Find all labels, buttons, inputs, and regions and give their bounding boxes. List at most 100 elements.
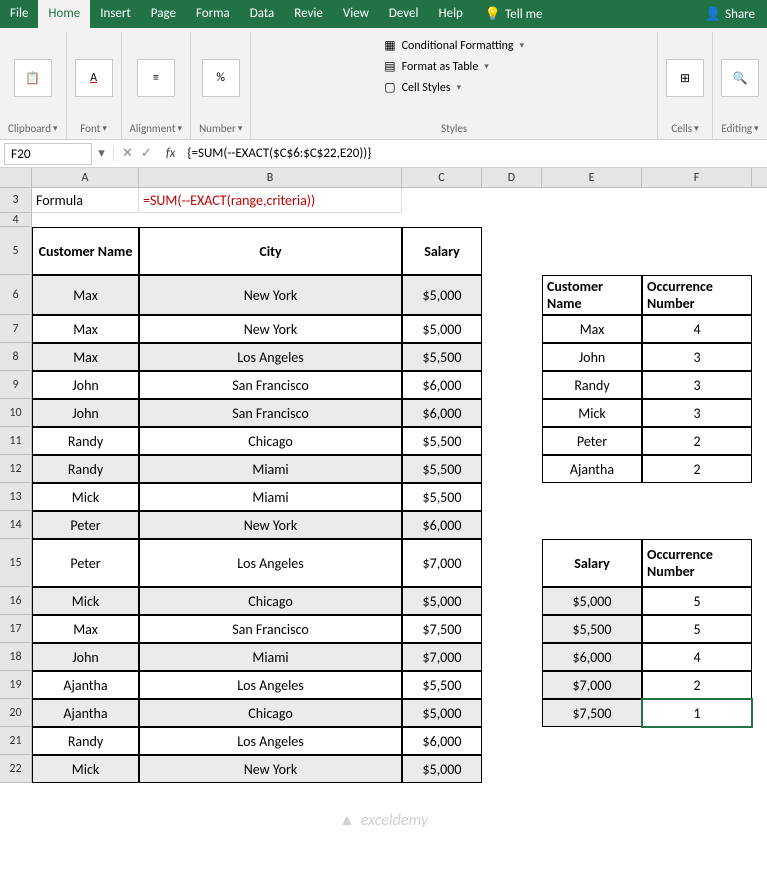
row-header-12[interactable]: 12 bbox=[0, 455, 32, 483]
row-header-6[interactable]: 6 bbox=[0, 275, 32, 315]
row-header-20[interactable]: 20 bbox=[0, 699, 32, 727]
cell-a17[interactable]: Max bbox=[32, 615, 139, 643]
cell-b18[interactable]: Miami bbox=[139, 643, 402, 671]
tab-insert[interactable]: Insert bbox=[90, 0, 141, 28]
header-occ2-num[interactable]: Occurrence Number bbox=[642, 539, 752, 587]
cell-c21[interactable]: $6,000 bbox=[402, 727, 482, 755]
cell-c10[interactable]: $6,000 bbox=[402, 399, 482, 427]
cell-c17[interactable]: $7,500 bbox=[402, 615, 482, 643]
cell-a20[interactable]: Ajantha bbox=[32, 699, 139, 727]
row-header-16[interactable]: 16 bbox=[0, 587, 32, 615]
col-header-f[interactable]: F bbox=[642, 168, 752, 187]
cell-f11[interactable]: 2 bbox=[642, 427, 752, 455]
cell-a13[interactable]: Mick bbox=[32, 483, 139, 511]
col-header-d[interactable]: D bbox=[482, 168, 542, 187]
cell-c7[interactable]: $5,000 bbox=[402, 315, 482, 343]
row-header-8[interactable]: 8 bbox=[0, 343, 32, 371]
cell-f16[interactable]: 5 bbox=[642, 587, 752, 615]
cell-a11[interactable]: Randy bbox=[32, 427, 139, 455]
chevron-down-icon[interactable]: ▾ bbox=[102, 123, 107, 134]
cell-b3[interactable]: =SUM(--EXACT(range,criteria)) bbox=[139, 188, 402, 213]
cell-b7[interactable]: New York bbox=[139, 315, 402, 343]
cell-e18[interactable]: $6,000 bbox=[542, 643, 642, 671]
cell-e11[interactable]: Peter bbox=[542, 427, 642, 455]
cell-a21[interactable]: Randy bbox=[32, 727, 139, 755]
col-header-e[interactable]: E bbox=[542, 168, 642, 187]
cell-b19[interactable]: Los Angeles bbox=[139, 671, 402, 699]
row-header-11[interactable]: 11 bbox=[0, 427, 32, 455]
cell-b6[interactable]: New York bbox=[139, 275, 402, 315]
row-header-21[interactable]: 21 bbox=[0, 727, 32, 755]
tab-data[interactable]: Data bbox=[240, 0, 285, 28]
header-occ1-name[interactable]: Customer Name bbox=[542, 275, 642, 315]
tab-home[interactable]: Home bbox=[38, 0, 90, 28]
cell-b13[interactable]: Miami bbox=[139, 483, 402, 511]
cell-b11[interactable]: Chicago bbox=[139, 427, 402, 455]
cell-a6[interactable]: Max bbox=[32, 275, 139, 315]
chevron-down-icon[interactable]: ▾ bbox=[238, 123, 243, 134]
header-city[interactable]: City bbox=[139, 227, 402, 275]
cell-f19[interactable]: 2 bbox=[642, 671, 752, 699]
cells-area[interactable]: Formula=SUM(--EXACT(range,criteria))Cust… bbox=[32, 188, 767, 783]
chevron-down-icon[interactable]: ▾ bbox=[53, 123, 58, 134]
cell-c6[interactable]: $5,000 bbox=[402, 275, 482, 315]
header-occ1-num[interactable]: Occurrence Number bbox=[642, 275, 752, 315]
row-header-5[interactable]: 5 bbox=[0, 227, 32, 275]
tell-me-search[interactable]: 💡 Tell me bbox=[473, 0, 555, 28]
cell-a22[interactable]: Mick bbox=[32, 755, 139, 783]
editing-button[interactable]: 🔍 bbox=[721, 59, 759, 97]
cell-b22[interactable]: New York bbox=[139, 755, 402, 783]
cell-e17[interactable]: $5,500 bbox=[542, 615, 642, 643]
cell-b16[interactable]: Chicago bbox=[139, 587, 402, 615]
cell-a8[interactable]: Max bbox=[32, 343, 139, 371]
cell-c13[interactable]: $5,500 bbox=[402, 483, 482, 511]
cell-f10[interactable]: 3 bbox=[642, 399, 752, 427]
number-button[interactable]: % bbox=[202, 59, 240, 97]
row-header-7[interactable]: 7 bbox=[0, 315, 32, 343]
cell-a7[interactable]: Max bbox=[32, 315, 139, 343]
cell-e16[interactable]: $5,000 bbox=[542, 587, 642, 615]
fx-icon[interactable]: fx bbox=[160, 146, 182, 161]
tab-developer[interactable]: Devel bbox=[379, 0, 429, 28]
cell-a16[interactable]: Mick bbox=[32, 587, 139, 615]
cell-a19[interactable]: Ajantha bbox=[32, 671, 139, 699]
tab-help[interactable]: Help bbox=[429, 0, 473, 28]
cell-f17[interactable]: 5 bbox=[642, 615, 752, 643]
chevron-down-icon[interactable]: ▾ bbox=[754, 123, 759, 134]
row-header-9[interactable]: 9 bbox=[0, 371, 32, 399]
cell-f12[interactable]: 2 bbox=[642, 455, 752, 483]
share-button[interactable]: 👤 Share bbox=[693, 0, 767, 28]
row-header-17[interactable]: 17 bbox=[0, 615, 32, 643]
cell-a3[interactable]: Formula bbox=[32, 188, 139, 213]
col-header-a[interactable]: A bbox=[32, 168, 139, 187]
row-header-3[interactable]: 3 bbox=[0, 188, 32, 213]
cell-a14[interactable]: Peter bbox=[32, 511, 139, 539]
tab-page[interactable]: Page bbox=[141, 0, 186, 28]
cell-e7[interactable]: Max bbox=[542, 315, 642, 343]
cell-c22[interactable]: $5,000 bbox=[402, 755, 482, 783]
cell-f20[interactable]: 1 bbox=[642, 699, 752, 727]
row-header-15[interactable]: 15 bbox=[0, 539, 32, 587]
name-box-dropdown[interactable]: ▾ bbox=[96, 146, 114, 161]
cell-a10[interactable]: John bbox=[32, 399, 139, 427]
col-header-c[interactable]: C bbox=[402, 168, 482, 187]
conditional-formatting-button[interactable]: ▦Conditional Formatting▾ bbox=[378, 36, 530, 55]
cell-c11[interactable]: $5,500 bbox=[402, 427, 482, 455]
row-header-14[interactable]: 14 bbox=[0, 511, 32, 539]
cell-c16[interactable]: $5,000 bbox=[402, 587, 482, 615]
header-customer-name[interactable]: Customer Name bbox=[32, 227, 139, 275]
cell-a12[interactable]: Randy bbox=[32, 455, 139, 483]
tab-formulas[interactable]: Forma bbox=[186, 0, 240, 28]
cell-c15[interactable]: $7,000 bbox=[402, 539, 482, 587]
cell-a9[interactable]: John bbox=[32, 371, 139, 399]
cell-c14[interactable]: $6,000 bbox=[402, 511, 482, 539]
select-all-corner[interactable] bbox=[0, 168, 32, 187]
row-header-22[interactable]: 22 bbox=[0, 755, 32, 783]
cell-b8[interactable]: Los Angeles bbox=[139, 343, 402, 371]
alignment-button[interactable]: ≡ bbox=[137, 59, 175, 97]
cell-c19[interactable]: $5,500 bbox=[402, 671, 482, 699]
cell-b14[interactable]: New York bbox=[139, 511, 402, 539]
cell-e9[interactable]: Randy bbox=[542, 371, 642, 399]
tab-view[interactable]: View bbox=[333, 0, 379, 28]
col-header-b[interactable]: B bbox=[139, 168, 402, 187]
